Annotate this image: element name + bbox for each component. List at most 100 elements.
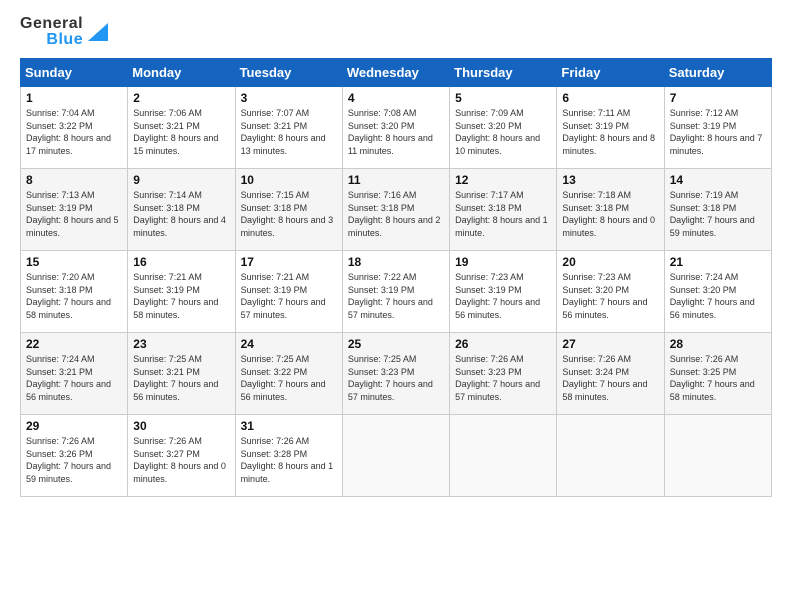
day-details: Sunrise: 7:20 AMSunset: 3:18 PMDaylight:… [26,272,111,320]
day-details: Sunrise: 7:26 AMSunset: 3:26 PMDaylight:… [26,436,111,484]
day-cell: 28 Sunrise: 7:26 AMSunset: 3:25 PMDayligh… [664,333,771,415]
day-number: 11 [348,173,444,187]
day-cell: 6 Sunrise: 7:11 AMSunset: 3:19 PMDaylight… [557,87,664,169]
day-number: 7 [670,91,766,105]
day-header-sunday: Sunday [21,59,128,87]
day-details: Sunrise: 7:06 AMSunset: 3:21 PMDaylight:… [133,108,218,156]
day-cell [557,415,664,497]
day-cell: 11 Sunrise: 7:16 AMSunset: 3:18 PMDayligh… [342,169,449,251]
day-cell: 22 Sunrise: 7:24 AMSunset: 3:21 PMDayligh… [21,333,128,415]
day-cell: 7Sunrise: 7:12 AMSunset: 3:19 PMDaylight… [664,87,771,169]
day-cell: 18Sunrise: 7:22 AMSunset: 3:19 PMDayligh… [342,251,449,333]
day-cell [664,415,771,497]
day-number: 27 [562,337,658,351]
day-details: Sunrise: 7:04 AMSunset: 3:22 PMDaylight:… [26,108,111,156]
day-details: Sunrise: 7:26 AMSunset: 3:27 PMDaylight:… [133,436,226,484]
day-cell [342,415,449,497]
page: General Blue SundayMondayTuesdayWednesda… [0,0,792,612]
logo-blue-text: Blue [46,32,83,48]
calendar-header: SundayMondayTuesdayWednesdayThursdayFrid… [21,59,772,87]
header: General Blue [20,16,772,48]
day-number: 6 [562,91,658,105]
day-cell [450,415,557,497]
day-number: 17 [241,255,337,269]
day-details: Sunrise: 7:24 AMSunset: 3:21 PMDaylight:… [26,354,111,402]
week-row-4: 22 Sunrise: 7:24 AMSunset: 3:21 PMDayligh… [21,333,772,415]
calendar: SundayMondayTuesdayWednesdayThursdayFrid… [20,58,772,497]
day-number: 3 [241,91,337,105]
day-number: 31 [241,419,337,433]
day-cell: 2 Sunrise: 7:06 AMSunset: 3:21 PMDaylight… [128,87,235,169]
day-header-wednesday: Wednesday [342,59,449,87]
day-cell: 9 Sunrise: 7:14 AMSunset: 3:18 PMDaylight… [128,169,235,251]
day-number: 2 [133,91,229,105]
day-details: Sunrise: 7:19 AMSunset: 3:18 PMDaylight:… [670,190,755,238]
week-row-3: 15 Sunrise: 7:20 AMSunset: 3:18 PMDayligh… [21,251,772,333]
day-details: Sunrise: 7:18 AMSunset: 3:18 PMDaylight:… [562,190,655,238]
day-header-thursday: Thursday [450,59,557,87]
day-number: 18 [348,255,444,269]
day-cell: 17Sunrise: 7:21 AMSunset: 3:19 PMDayligh… [235,251,342,333]
day-details: Sunrise: 7:21 AMSunset: 3:19 PMDaylight:… [133,272,218,320]
day-header-saturday: Saturday [664,59,771,87]
day-cell: 14 Sunrise: 7:19 AMSunset: 3:18 PMDayligh… [664,169,771,251]
day-details: Sunrise: 7:24 AMSunset: 3:20 PMDaylight:… [670,272,755,320]
day-number: 21 [670,255,766,269]
day-cell: 12Sunrise: 7:17 AMSunset: 3:18 PMDayligh… [450,169,557,251]
day-details: Sunrise: 7:16 AMSunset: 3:18 PMDaylight:… [348,190,441,238]
day-number: 13 [562,173,658,187]
day-cell: 24Sunrise: 7:25 AMSunset: 3:22 PMDayligh… [235,333,342,415]
calendar-body: 1 Sunrise: 7:04 AMSunset: 3:22 PMDaylight… [21,87,772,497]
day-cell: 4 Sunrise: 7:08 AMSunset: 3:20 PMDaylight… [342,87,449,169]
day-details: Sunrise: 7:25 AMSunset: 3:21 PMDaylight:… [133,354,218,402]
day-number: 12 [455,173,551,187]
day-cell: 30 Sunrise: 7:26 AMSunset: 3:27 PMDayligh… [128,415,235,497]
logo-arrow-icon [86,19,108,41]
day-cell: 13 Sunrise: 7:18 AMSunset: 3:18 PMDayligh… [557,169,664,251]
day-number: 14 [670,173,766,187]
day-number: 22 [26,337,122,351]
day-number: 26 [455,337,551,351]
logo-general-text: General [20,16,83,32]
day-details: Sunrise: 7:13 AMSunset: 3:19 PMDaylight:… [26,190,119,238]
day-number: 15 [26,255,122,269]
day-number: 16 [133,255,229,269]
day-header-monday: Monday [128,59,235,87]
day-details: Sunrise: 7:26 AMSunset: 3:23 PMDaylight:… [455,354,540,402]
day-cell: 10Sunrise: 7:15 AMSunset: 3:18 PMDayligh… [235,169,342,251]
day-details: Sunrise: 7:23 AMSunset: 3:20 PMDaylight:… [562,272,647,320]
day-details: Sunrise: 7:26 AMSunset: 3:25 PMDaylight:… [670,354,755,402]
day-cell: 15 Sunrise: 7:20 AMSunset: 3:18 PMDayligh… [21,251,128,333]
day-cell: 25Sunrise: 7:25 AMSunset: 3:23 PMDayligh… [342,333,449,415]
day-details: Sunrise: 7:09 AMSunset: 3:20 PMDaylight:… [455,108,540,156]
day-cell: 27Sunrise: 7:26 AMSunset: 3:24 PMDayligh… [557,333,664,415]
day-cell: 26 Sunrise: 7:26 AMSunset: 3:23 PMDayligh… [450,333,557,415]
day-number: 4 [348,91,444,105]
day-details: Sunrise: 7:15 AMSunset: 3:18 PMDaylight:… [241,190,334,238]
day-cell: 31 Sunrise: 7:26 AMSunset: 3:28 PMDayligh… [235,415,342,497]
header-row: SundayMondayTuesdayWednesdayThursdayFrid… [21,59,772,87]
day-number: 9 [133,173,229,187]
day-number: 29 [26,419,122,433]
day-number: 20 [562,255,658,269]
logo-area: General Blue [20,16,108,48]
week-row-1: 1 Sunrise: 7:04 AMSunset: 3:22 PMDaylight… [21,87,772,169]
day-cell: 20 Sunrise: 7:23 AMSunset: 3:20 PMDayligh… [557,251,664,333]
day-number: 30 [133,419,229,433]
day-details: Sunrise: 7:08 AMSunset: 3:20 PMDaylight:… [348,108,433,156]
day-number: 23 [133,337,229,351]
day-number: 25 [348,337,444,351]
week-row-5: 29 Sunrise: 7:26 AMSunset: 3:26 PMDayligh… [21,415,772,497]
day-cell: 23 Sunrise: 7:25 AMSunset: 3:21 PMDayligh… [128,333,235,415]
day-number: 28 [670,337,766,351]
day-number: 5 [455,91,551,105]
day-number: 19 [455,255,551,269]
day-details: Sunrise: 7:23 AMSunset: 3:19 PMDaylight:… [455,272,540,320]
day-details: Sunrise: 7:14 AMSunset: 3:18 PMDaylight:… [133,190,226,238]
day-details: Sunrise: 7:26 AMSunset: 3:28 PMDaylight:… [241,436,334,484]
day-cell: 19 Sunrise: 7:23 AMSunset: 3:19 PMDayligh… [450,251,557,333]
day-details: Sunrise: 7:11 AMSunset: 3:19 PMDaylight:… [562,108,655,156]
day-cell: 1 Sunrise: 7:04 AMSunset: 3:22 PMDaylight… [21,87,128,169]
day-cell: 8Sunrise: 7:13 AMSunset: 3:19 PMDaylight… [21,169,128,251]
day-number: 1 [26,91,122,105]
